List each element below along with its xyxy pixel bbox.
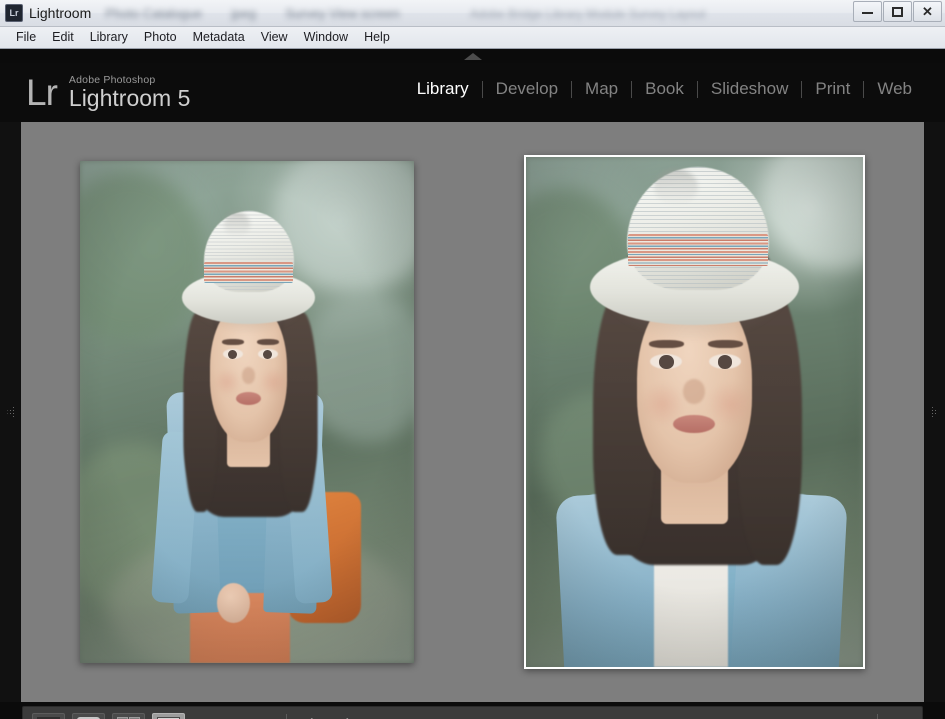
grid-view-button[interactable] (32, 712, 65, 719)
window-title-redacted-part2: jpeg (231, 5, 256, 21)
window-title-redacted: Photo Catalogue jpeg Survey View screen (105, 6, 400, 21)
window-title-redacted-right: Adobe Bridge Library Module Survey Layou… (470, 7, 706, 21)
identity-name: Lightroom 5 (68, 85, 191, 112)
window-title-redacted-part1: Photo Catalogue (105, 5, 203, 21)
survey-view-button[interactable] (152, 712, 185, 719)
module-book[interactable]: Book (632, 79, 697, 99)
identity-plate[interactable]: Lr Adobe Photoshop Lightroom 5 (26, 71, 191, 113)
previous-photo-arrow[interactable] (303, 716, 326, 719)
lightroom-logo-icon: Lr (26, 71, 58, 113)
window-titlebar: Lr Lightroom Photo Catalogue jpeg Survey… (0, 0, 945, 27)
top-panel-toggle[interactable] (0, 49, 945, 63)
menu-item-view[interactable]: View (253, 29, 296, 46)
identity-superscript: Adobe Photoshop (68, 73, 156, 86)
module-library[interactable]: Library (404, 79, 482, 99)
compare-view-button[interactable]: X Y (112, 712, 145, 719)
window-controls: ✕ (852, 1, 942, 22)
lightroom-shell: Lr Adobe Photoshop Lightroom 5 Library D… (0, 49, 945, 719)
content-area (0, 122, 945, 702)
right-panel-toggle[interactable] (925, 122, 945, 702)
toolbar-divider-right (877, 713, 878, 719)
loupe-view-button[interactable] (72, 712, 105, 719)
lightroom-window: Lr Lightroom Photo Catalogue jpeg Survey… (0, 0, 945, 719)
chevron-up-icon (463, 52, 482, 60)
chevron-left-icon (5, 405, 15, 419)
menu-item-help[interactable]: Help (356, 29, 398, 46)
menu-item-window[interactable]: Window (296, 29, 356, 46)
module-slideshow[interactable]: Slideshow (698, 79, 802, 99)
menu-item-metadata[interactable]: Metadata (185, 29, 253, 46)
next-photo-arrow[interactable] (334, 716, 357, 719)
left-panel-toggle[interactable] (0, 122, 20, 702)
module-web[interactable]: Web (864, 79, 925, 99)
app-icon: Lr (5, 4, 23, 22)
close-button[interactable]: ✕ (913, 1, 942, 22)
close-icon: ✕ (922, 4, 933, 19)
maximize-button[interactable] (883, 1, 912, 22)
toolbar: X Y Survey : (22, 706, 923, 719)
menu-item-photo[interactable]: Photo (136, 29, 185, 46)
photo-2[interactable] (524, 155, 865, 669)
module-bar: Lr Adobe Photoshop Lightroom 5 Library D… (0, 63, 945, 122)
module-print[interactable]: Print (802, 79, 863, 99)
survey-view-canvas (20, 122, 925, 702)
menu-item-file[interactable]: File (8, 29, 44, 46)
chevron-right-icon (930, 405, 940, 419)
module-picker: Library Develop Map Book Slideshow Print… (404, 79, 925, 99)
toolbar-area: X Y Survey : (0, 702, 945, 719)
module-map[interactable]: Map (572, 79, 631, 99)
survey-photo-cell-1[interactable] (80, 161, 414, 663)
photo-1[interactable] (80, 161, 414, 663)
window-title: Lightroom (29, 5, 92, 21)
menu-item-edit[interactable]: Edit (44, 29, 82, 46)
module-develop[interactable]: Develop (483, 79, 571, 99)
menubar: File Edit Library Photo Metadata View Wi… (0, 27, 945, 49)
survey-photo-cell-2[interactable] (524, 155, 865, 669)
window-title-redacted-part3: Survey View screen (285, 5, 400, 21)
minimize-button[interactable] (853, 1, 882, 22)
menu-item-library[interactable]: Library (82, 29, 136, 46)
toolbar-divider (285, 713, 287, 719)
